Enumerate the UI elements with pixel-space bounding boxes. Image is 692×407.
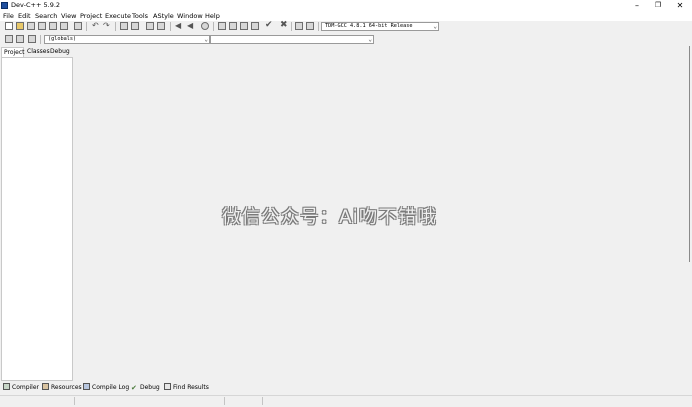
menu-file[interactable]: File — [3, 12, 14, 20]
status-divider — [262, 397, 263, 405]
menu-tools[interactable]: Tools — [132, 12, 148, 20]
project-panel[interactable] — [1, 57, 73, 381]
profile-icon[interactable] — [295, 22, 303, 30]
bookmark-icon[interactable] — [201, 22, 209, 30]
close-all-icon[interactable] — [60, 22, 68, 30]
find-results-icon — [164, 383, 171, 390]
close-icon[interactable]: ✕ — [669, 0, 691, 11]
open-icon[interactable] — [16, 22, 24, 30]
bottom-tab-label: Compile Log — [92, 384, 130, 391]
syntax-check-icon[interactable]: ✔ — [265, 20, 273, 30]
status-divider — [74, 397, 75, 405]
menu-search[interactable]: Search — [35, 12, 57, 20]
tab-classes[interactable]: Classes — [25, 47, 50, 57]
close-file-icon[interactable] — [49, 22, 57, 30]
menu-help[interactable]: Help — [205, 12, 220, 20]
chevron-down-icon: ⌄ — [433, 23, 437, 30]
compiler-select[interactable]: TDM-GCC 4.8.1 64-bit Release ⌄ — [321, 22, 439, 31]
bottom-tab-resources[interactable]: Resources — [42, 383, 82, 393]
restore-icon[interactable]: ❐ — [647, 0, 669, 11]
menu-execute[interactable]: Execute — [105, 12, 131, 20]
replace-icon[interactable] — [131, 22, 139, 30]
save-icon[interactable] — [27, 22, 35, 30]
bottom-tab-label: Compiler — [12, 384, 40, 391]
editor-divider — [689, 46, 690, 262]
resources-icon — [42, 383, 49, 390]
bottom-tab-compile-log[interactable]: Compile Log — [83, 383, 129, 393]
save-all-icon[interactable] — [38, 22, 46, 30]
find-icon[interactable] — [120, 22, 128, 30]
window-title: Dev-C++ 5.9.2 — [11, 1, 61, 9]
redo-icon[interactable]: ↷ — [103, 21, 110, 30]
title-bar — [0, 0, 692, 11]
print-icon[interactable] — [74, 22, 82, 30]
chevron-down-icon: ⌄ — [204, 36, 208, 43]
watermark-text: 微信公众号：Ai吻不错哦 — [222, 207, 437, 228]
bottom-tab-find-results[interactable]: Find Results — [164, 383, 209, 393]
find-next-icon[interactable] — [146, 22, 154, 30]
status-divider — [224, 397, 225, 405]
status-bar — [0, 395, 692, 407]
bottom-tab-label: Debug — [140, 384, 160, 391]
compiler-icon — [3, 383, 10, 390]
compile-log-icon — [83, 383, 90, 390]
unindent-icon[interactable] — [16, 35, 24, 43]
run-icon[interactable] — [229, 22, 237, 30]
menu-astyle[interactable]: AStyle — [153, 12, 174, 20]
stop-execution-icon[interactable]: ✖ — [280, 20, 288, 30]
compile-run-icon[interactable] — [240, 22, 248, 30]
menu-view[interactable]: View — [61, 12, 76, 20]
back-icon[interactable]: ◀ — [175, 21, 181, 30]
bottom-tab-debug[interactable]: ✔ Debug — [131, 383, 160, 393]
new-file-icon[interactable] — [5, 22, 13, 30]
menu-window[interactable]: Window — [177, 12, 203, 20]
tab-debug[interactable]: Debug — [48, 47, 70, 57]
member-select[interactable]: ⌄ — [210, 35, 374, 44]
minimize-icon[interactable]: – — [626, 0, 648, 11]
scope-select-value: (globals) — [48, 36, 77, 42]
menu-project[interactable]: Project — [80, 12, 102, 20]
compiler-select-value: TDM-GCC 4.8.1 64-bit Release — [325, 23, 413, 29]
debug-check-icon: ✔ — [131, 384, 137, 392]
goto-line-icon[interactable] — [157, 22, 165, 30]
debug-icon[interactable] — [306, 22, 314, 30]
toggle-comment-icon[interactable] — [28, 35, 36, 43]
scope-select[interactable]: (globals) ⌄ — [44, 35, 210, 44]
indent-icon[interactable] — [5, 35, 13, 43]
bottom-tab-compiler[interactable]: Compiler — [3, 383, 39, 393]
compile-icon[interactable] — [218, 22, 226, 30]
bottom-tab-label: Find Results — [173, 384, 209, 391]
menu-bar: File Edit Search View Project Execute To… — [0, 11, 692, 21]
app-icon — [1, 2, 8, 9]
forward-icon[interactable]: ◀ — [187, 21, 193, 30]
chevron-down-icon: ⌄ — [368, 36, 372, 43]
undo-icon[interactable]: ↶ — [92, 21, 99, 30]
rebuild-all-icon[interactable] — [251, 22, 259, 30]
tab-project[interactable]: Project — [1, 47, 25, 57]
menu-edit[interactable]: Edit — [18, 12, 31, 20]
bottom-tab-label: Resources — [51, 384, 82, 391]
